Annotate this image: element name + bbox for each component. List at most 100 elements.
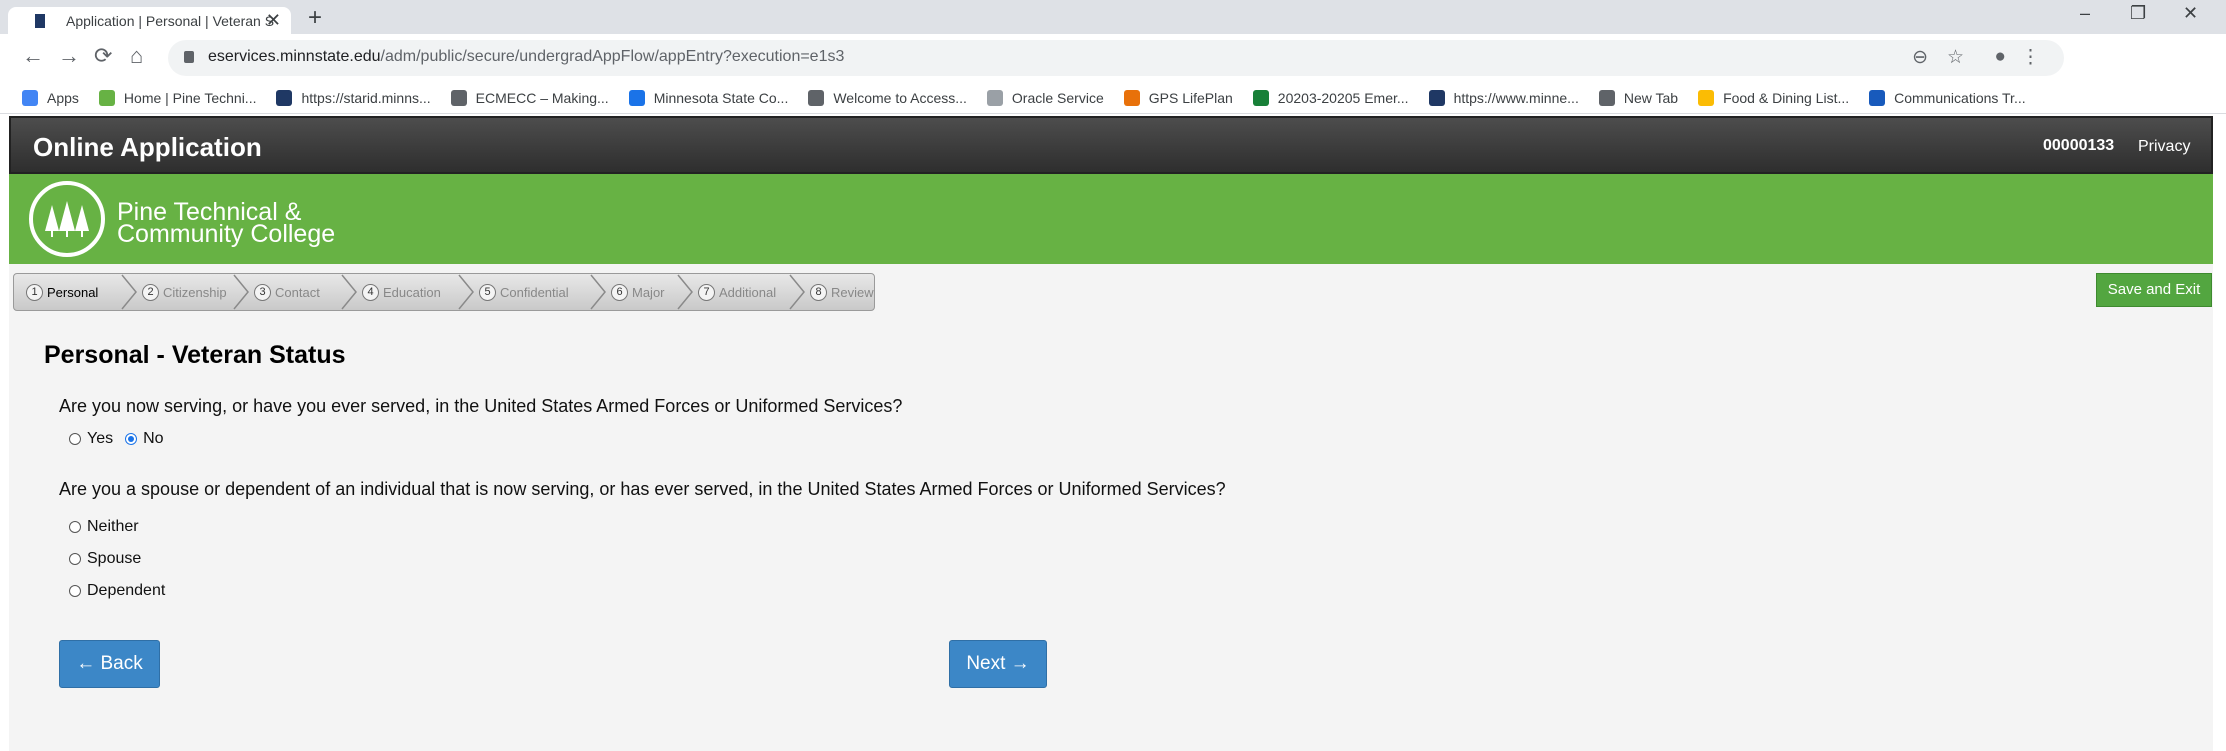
step-label: Major <box>632 284 665 300</box>
bookmark-label: https://www.minne... <box>1453 89 1579 106</box>
bookmark-label: https://starid.minns... <box>301 89 431 106</box>
bookmark-item[interactable]: Apps <box>22 89 79 106</box>
bookmark-item[interactable]: GPS LifePlan <box>1123 89 1233 106</box>
bookmark-label: Oracle Service <box>1011 89 1104 106</box>
question-spouse-dependent: Are you a spouse or dependent of an indi… <box>59 479 1226 499</box>
radio-neither[interactable] <box>69 521 81 533</box>
reload-icon[interactable]: ⟳ <box>94 43 112 69</box>
home-icon[interactable]: ⌂ <box>130 43 143 69</box>
restore-icon[interactable]: ❐ <box>2130 3 2146 24</box>
close-window-icon[interactable]: ✕ <box>2183 3 2198 24</box>
profile-icon[interactable]: ● <box>1995 46 2006 68</box>
step-number: 7 <box>698 283 715 301</box>
bookmark-favicon-icon <box>628 89 645 106</box>
step-separator-chevron-icon <box>590 274 606 310</box>
browser-toolbar: ← → ⟳ ⌂ eservices.minnstate.edu/adm/publ… <box>0 34 2226 82</box>
bookmark-favicon-icon <box>98 89 115 106</box>
back-button[interactable]: ← Back <box>59 640 160 688</box>
bookmark-label: New Tab <box>1623 89 1679 106</box>
step-number: 6 <box>611 283 628 301</box>
bookmark-item[interactable]: Welcome to Access... <box>808 89 967 106</box>
radio-spouse-label: Spouse <box>87 550 142 567</box>
step-separator-chevron-icon <box>789 274 805 310</box>
step-number: 2 <box>142 283 159 301</box>
step-confidential[interactable]: 5 Confidential <box>479 274 569 310</box>
step-label: Citizenship <box>163 284 227 300</box>
back-arrow-icon[interactable]: ← <box>22 43 44 69</box>
application-id: 00000133 <box>2043 137 2115 154</box>
radio-spouse-row: Spouse <box>69 550 141 568</box>
step-separator-chevron-icon <box>121 274 137 310</box>
browser-tabstrip: Application | Personal | Veteran S ✕ + –… <box>0 0 2226 34</box>
step-separator-chevron-icon <box>458 274 474 310</box>
bookmark-item[interactable]: https://www.minne... <box>1428 89 1579 106</box>
bookmark-label: 20203-20205 Emer... <box>1277 89 1409 106</box>
step-contact[interactable]: 3 Contact <box>254 274 320 310</box>
radio-no[interactable] <box>125 433 138 445</box>
step-number: 1 <box>26 283 43 301</box>
college-banner: Pine Technical & Community College <box>9 174 2213 264</box>
next-button[interactable]: Next → <box>949 640 1047 688</box>
radio-dependent-row: Dependent <box>69 582 165 600</box>
bookmark-favicon-icon <box>1252 89 1269 106</box>
privacy-link[interactable]: Privacy <box>2138 138 2190 156</box>
tab-close-icon[interactable]: ✕ <box>266 10 281 31</box>
bookmark-star-icon[interactable]: ☆ <box>1947 46 1964 69</box>
step-label: Additional <box>719 284 777 300</box>
minimize-icon[interactable]: – <box>2080 3 2090 24</box>
tab-favicon-icon <box>35 14 45 28</box>
new-tab-icon[interactable]: + <box>308 4 322 32</box>
bookmark-favicon-icon <box>276 89 293 106</box>
bookmark-item[interactable]: Minnesota State Co... <box>628 89 788 106</box>
step-separator-chevron-icon <box>341 274 357 310</box>
bookmark-item[interactable]: Communications Tr... <box>1869 89 2026 106</box>
step-additional[interactable]: 7 Additional <box>698 274 776 310</box>
bookmark-label: Food & Dining List... <box>1723 89 1850 106</box>
bookmark-label: Home | Pine Techni... <box>123 89 257 106</box>
tab-title: Application | Personal | Veteran S <box>66 12 275 29</box>
radio-yes[interactable] <box>69 433 81 445</box>
step-education[interactable]: 4 Education <box>362 274 441 310</box>
bookmark-favicon-icon <box>808 89 825 106</box>
bookmark-item[interactable]: https://starid.minns... <box>276 89 431 106</box>
bookmark-item[interactable]: Oracle Service <box>986 89 1104 106</box>
radio-spouse[interactable] <box>69 553 81 565</box>
bookmark-favicon-icon <box>986 89 1003 106</box>
radio-dependent-label: Dependent <box>87 582 166 599</box>
menu-icon[interactable]: ⋮ <box>2021 46 2040 69</box>
bookmark-item[interactable]: New Tab <box>1598 89 1679 106</box>
bookmark-label: GPS LifePlan <box>1148 89 1233 106</box>
step-label: Contact <box>275 284 320 300</box>
step-major[interactable]: 6 Major <box>611 274 665 310</box>
save-and-exit-button[interactable]: Save and Exit <box>2096 273 2212 307</box>
forward-arrow-icon[interactable]: → <box>58 43 80 69</box>
address-bar[interactable]: eservices.minnstate.edu/adm/public/secur… <box>168 40 2064 76</box>
radio-no-label: No <box>143 430 164 447</box>
zoom-icon[interactable]: ⊖ <box>1912 46 1928 69</box>
radio-neither-label: Neither <box>87 518 139 535</box>
page: Online Application 00000133 Privacy Pine… <box>9 116 2213 751</box>
bookmark-favicon-icon <box>1698 89 1715 106</box>
college-logo <box>29 181 105 257</box>
step-personal[interactable]: 1 Personal <box>26 274 98 310</box>
browser-tab[interactable]: Application | Personal | Veteran S ✕ <box>8 7 291 34</box>
step-label: Education <box>383 284 441 300</box>
step-citizenship[interactable]: 2 Citizenship <box>142 274 227 310</box>
bookmark-label: ECMECC – Making... <box>475 89 609 106</box>
step-label: Review <box>831 284 874 300</box>
step-review[interactable]: 8 Review <box>810 274 874 310</box>
step-label: Confidential <box>500 284 569 300</box>
step-number: 5 <box>479 283 496 301</box>
radio-dependent[interactable] <box>69 585 81 597</box>
progress-steps: 1 Personal 2 Citizenship 3 Contact 4 Education 5… <box>13 273 875 311</box>
app-title: Online Application <box>33 132 262 162</box>
bookmark-item[interactable]: 20203-20205 Emer... <box>1252 89 1409 106</box>
bookmark-favicon-icon <box>1869 89 1886 106</box>
radio-yes-label: Yes <box>87 430 114 447</box>
page-title: Personal - Veteran Status <box>44 341 346 369</box>
bookmark-item[interactable]: Food & Dining List... <box>1698 89 1850 106</box>
bookmark-item[interactable]: Home | Pine Techni... <box>98 89 257 106</box>
tree-logo-icon <box>45 201 89 237</box>
bookmark-item[interactable]: ECMECC – Making... <box>450 89 609 106</box>
apps-grid-icon <box>22 89 38 106</box>
